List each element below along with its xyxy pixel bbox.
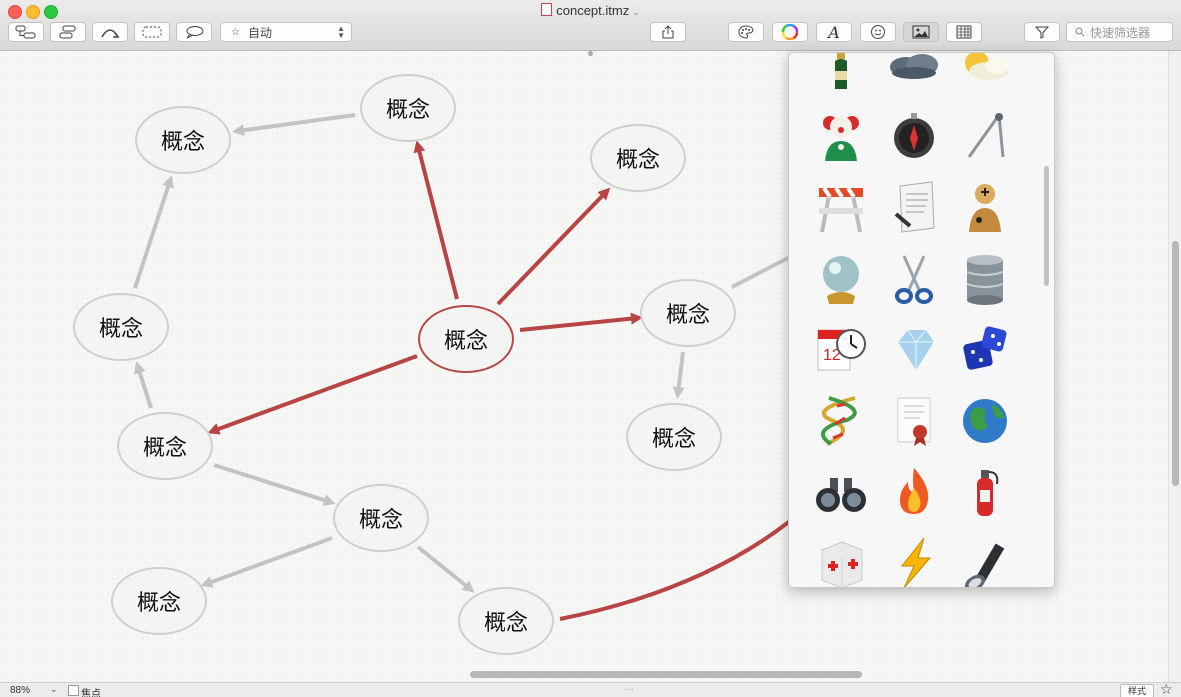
image-icon <box>912 25 930 39</box>
app-window: concept.itmz ⌄ ☆ 自动 ▲ ▼ A 快速筛选器 概念 概念 概念… <box>0 0 1181 697</box>
concept-node[interactable]: 概念 <box>640 279 736 347</box>
lightning-icon[interactable] <box>886 535 942 587</box>
add-subtopic-button[interactable] <box>50 22 86 42</box>
link-line[interactable] <box>731 255 791 289</box>
drawing-compass-icon[interactable] <box>957 108 1013 164</box>
status-resize-grip[interactable]: ··· <box>624 684 634 695</box>
add-topic-icon <box>15 25 36 39</box>
titlebar: concept.itmz ⌄ ☆ 自动 ▲ ▼ A 快速筛选器 <box>0 0 1181 51</box>
flashlight-icon[interactable] <box>957 535 1013 587</box>
diamond-icon[interactable] <box>886 321 942 377</box>
document-title[interactable]: concept.itmz ⌄ <box>0 3 1181 20</box>
relationship-line[interactable] <box>559 519 792 621</box>
compass-icon[interactable] <box>886 108 942 164</box>
add-subtopic-icon <box>59 25 76 39</box>
relationship-line[interactable] <box>519 312 643 332</box>
table-button[interactable] <box>946 22 982 42</box>
crash-dummy-icon[interactable] <box>957 179 1013 235</box>
cloud-icon[interactable] <box>886 53 942 85</box>
concept-node[interactable]: 概念 <box>73 293 169 361</box>
dice-icon[interactable] <box>957 321 1013 377</box>
filter-button[interactable] <box>1024 22 1060 42</box>
image-button[interactable] <box>903 22 939 42</box>
dna-icon[interactable] <box>813 393 869 449</box>
relationship-button[interactable] <box>92 22 128 42</box>
star-icon: ☆ <box>231 26 240 38</box>
quick-filter-input[interactable]: 快速筛选器 <box>1066 22 1173 42</box>
chevron-down-icon[interactable]: ⌄ <box>50 684 58 695</box>
contract-icon[interactable] <box>886 179 942 235</box>
globe-icon[interactable] <box>957 393 1013 449</box>
status-bar: 88% ⌄ 焦点 ··· 样式 ☆ <box>0 681 1181 697</box>
boundary-button[interactable] <box>134 22 170 42</box>
link-line[interactable] <box>416 545 475 593</box>
boundary-icon <box>142 26 162 38</box>
color-wheel-icon <box>782 24 798 40</box>
first-aid-icon[interactable] <box>813 535 869 587</box>
link-line[interactable] <box>232 113 356 137</box>
horizontal-scroll-thumb[interactable] <box>470 671 862 678</box>
emoji-button[interactable] <box>860 22 896 42</box>
palette-button[interactable] <box>728 22 764 42</box>
zoom-level[interactable]: 88% <box>10 685 30 696</box>
relationship-line[interactable] <box>496 187 611 306</box>
concept-node[interactable]: 概念 <box>135 106 231 174</box>
concept-node[interactable]: 概念 <box>333 484 429 552</box>
callout-icon <box>186 26 204 39</box>
crystal-ball-icon[interactable] <box>813 251 869 307</box>
focus-label: 焦点 <box>81 689 101 697</box>
relationship-line[interactable] <box>413 140 459 300</box>
database-icon[interactable] <box>957 251 1013 307</box>
document-icon <box>541 3 553 16</box>
fire-icon[interactable] <box>886 463 942 519</box>
link-line[interactable] <box>213 463 336 506</box>
chevron-down-icon[interactable]: ⌄ <box>632 7 640 17</box>
concept-node[interactable]: 概念 <box>360 74 456 142</box>
fire-extinguisher-icon[interactable] <box>957 463 1013 519</box>
scissors-icon[interactable] <box>886 251 942 307</box>
star-icon[interactable]: ☆ <box>1160 681 1173 697</box>
link-line[interactable] <box>672 351 685 399</box>
concept-node[interactable]: 概念 <box>458 587 554 655</box>
barrier-icon[interactable] <box>813 179 869 235</box>
root-concept-node[interactable]: 概念 <box>418 305 514 373</box>
search-icon <box>1075 27 1085 37</box>
link-line[interactable] <box>200 536 333 588</box>
relationship-arrow-icon <box>101 29 120 38</box>
relationship-line[interactable] <box>207 354 418 435</box>
emoji-icon <box>871 25 885 39</box>
clown-icon[interactable] <box>813 108 869 164</box>
vertical-scroll-thumb[interactable] <box>1172 241 1179 486</box>
palette-icon <box>738 25 754 39</box>
filter-icon <box>1035 26 1049 39</box>
color-button[interactable] <box>772 22 808 42</box>
champagne-icon[interactable] <box>813 53 869 97</box>
link-line[interactable] <box>133 175 174 289</box>
concept-node[interactable]: 概念 <box>111 567 207 635</box>
focus-checkbox[interactable] <box>68 685 79 696</box>
link-line[interactable] <box>134 361 153 409</box>
calendar-clock-icon[interactable]: 12 <box>813 321 869 377</box>
add-topic-button[interactable] <box>8 22 44 42</box>
certificate-icon[interactable] <box>886 393 942 449</box>
table-icon <box>956 25 972 39</box>
share-button[interactable] <box>650 22 686 42</box>
layout-select[interactable]: ☆ 自动 ▲ ▼ <box>220 22 352 42</box>
concept-node[interactable]: 概念 <box>117 412 213 480</box>
select-arrows-icon: ▲ ▼ <box>337 24 345 40</box>
popover-scroll-thumb[interactable] <box>1044 166 1049 286</box>
binoculars-icon[interactable] <box>813 463 869 519</box>
share-icon <box>662 25 674 39</box>
image-library-popover: 12 <box>788 52 1055 588</box>
font-button[interactable]: A <box>816 22 852 42</box>
style-button[interactable]: 样式 <box>1120 684 1154 697</box>
callout-button[interactable] <box>176 22 212 42</box>
concept-node[interactable]: 概念 <box>626 403 722 471</box>
sun-cloud-icon[interactable] <box>957 53 1013 85</box>
font-icon: A <box>828 22 840 42</box>
vertical-scrollbar[interactable] <box>1168 51 1181 682</box>
concept-node[interactable]: 概念 <box>590 124 686 192</box>
